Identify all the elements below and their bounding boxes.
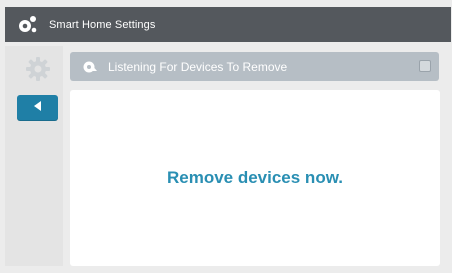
back-arrow-icon bbox=[32, 99, 44, 117]
panel-title: Listening For Devices To Remove bbox=[108, 59, 288, 74]
panel-menu-button[interactable] bbox=[419, 60, 431, 72]
panel-header: Listening For Devices To Remove bbox=[70, 52, 439, 81]
app-title: Smart Home Settings bbox=[49, 18, 156, 31]
device-remove-icon bbox=[82, 59, 98, 75]
smart-home-icon bbox=[17, 14, 39, 36]
gear-icon[interactable] bbox=[23, 54, 53, 84]
status-message: Remove devices now. bbox=[166, 168, 344, 187]
left-nav bbox=[5, 46, 63, 266]
back-button[interactable] bbox=[17, 95, 58, 121]
content-panel: Remove devices now. bbox=[70, 90, 440, 266]
title-bar: Smart Home Settings bbox=[5, 7, 451, 42]
